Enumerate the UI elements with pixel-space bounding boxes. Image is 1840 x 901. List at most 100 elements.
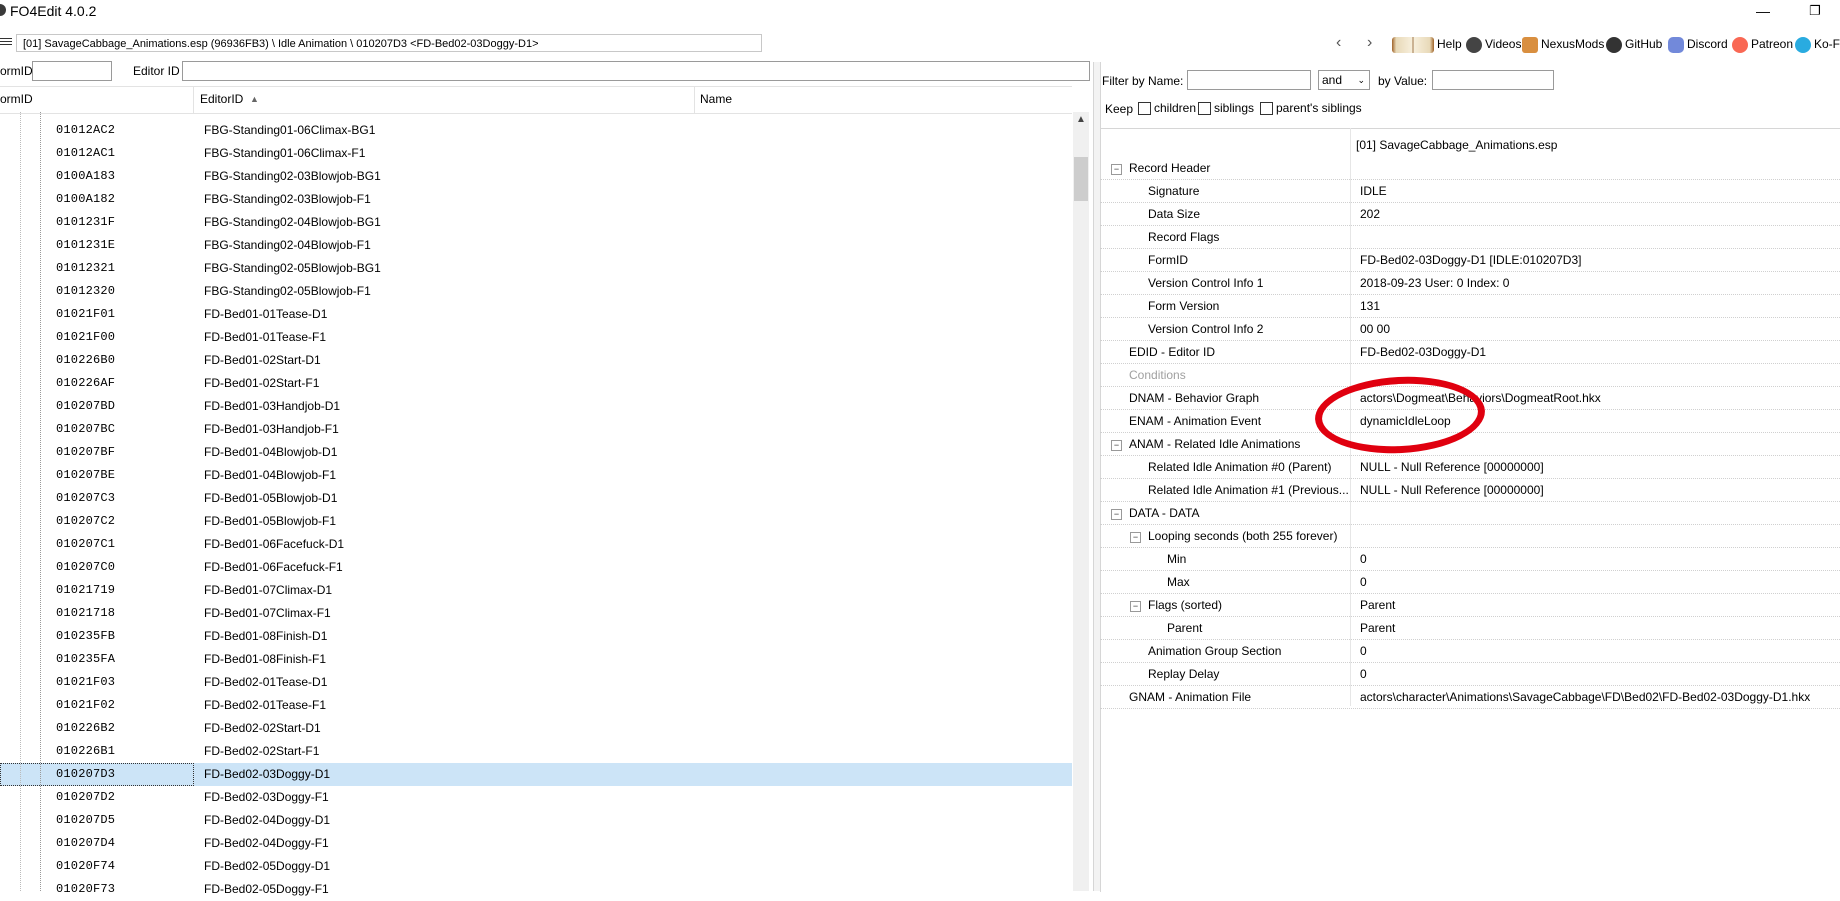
table-row[interactable]: 010207C2 FD-Bed01-05Blowjob-F1 bbox=[0, 510, 1072, 533]
table-row[interactable]: 010207C3 FD-Bed01-05Blowjob-D1 bbox=[0, 487, 1072, 510]
table-row[interactable]: 010207C0 FD-Bed01-06Facefuck-F1 bbox=[0, 556, 1072, 579]
github-button[interactable]: GitHub bbox=[1606, 34, 1662, 54]
table-row[interactable]: 010207D3 FD-Bed02-03Doggy-D1 bbox=[0, 763, 1072, 786]
table-row[interactable]: 010235FB FD-Bed01-08Finish-D1 bbox=[0, 625, 1072, 648]
detail-row[interactable]: − Looping seconds (both 255 forever) bbox=[1100, 525, 1840, 548]
detail-field-value[interactable]: 131 bbox=[1360, 299, 1380, 313]
table-row[interactable]: 01012AC2 FBG-Standing01-06Climax-BG1 bbox=[0, 119, 1072, 142]
filter-name-input[interactable] bbox=[1187, 70, 1311, 90]
table-row[interactable]: 01020F74 FD-Bed02-05Doggy-D1 bbox=[0, 855, 1072, 878]
restore-button[interactable]: ❐ bbox=[1800, 0, 1830, 24]
detail-field-value[interactable]: NULL - Null Reference [00000000] bbox=[1360, 483, 1544, 497]
record-path-field[interactable]: [01] SavageCabbage_Animations.esp (96936… bbox=[16, 34, 762, 52]
table-row[interactable]: 01021F02 FD-Bed02-01Tease-F1 bbox=[0, 694, 1072, 717]
table-row[interactable]: 0100A183 FBG-Standing02-03Blowjob-BG1 bbox=[0, 165, 1072, 188]
forward-button[interactable]: › bbox=[1367, 34, 1372, 52]
collapse-toggle-icon[interactable]: − bbox=[1111, 164, 1122, 175]
detail-field-value[interactable]: IDLE bbox=[1360, 184, 1387, 198]
table-row[interactable]: 01020F73 FD-Bed02-05Doggy-F1 bbox=[0, 878, 1072, 901]
table-row[interactable]: 010235FA FD-Bed01-08Finish-F1 bbox=[0, 648, 1072, 671]
detail-row[interactable]: Related Idle Animation #1 (Previous... NU… bbox=[1100, 479, 1840, 502]
detail-field-value[interactable]: 00 00 bbox=[1360, 322, 1390, 336]
column-separator[interactable] bbox=[193, 87, 194, 113]
detail-field-value[interactable]: 202 bbox=[1360, 207, 1380, 221]
column-header-editorid[interactable]: EditorID bbox=[200, 92, 243, 106]
detail-row[interactable]: − Flags (sorted) Parent bbox=[1100, 594, 1840, 617]
detail-row[interactable]: Record Flags bbox=[1100, 226, 1840, 249]
table-row[interactable]: 010226B1 FD-Bed02-02Start-F1 bbox=[0, 740, 1072, 763]
detail-field-value[interactable]: Parent bbox=[1360, 621, 1395, 635]
detail-row[interactable]: EDID - Editor ID FD-Bed02-03Doggy-D1 bbox=[1100, 341, 1840, 364]
detail-field-value[interactable]: Parent bbox=[1360, 598, 1395, 612]
minimize-button[interactable]: — bbox=[1748, 0, 1778, 24]
detail-row[interactable]: Version Control Info 2 00 00 bbox=[1100, 318, 1840, 341]
table-row[interactable]: 010207BF FD-Bed01-04Blowjob-D1 bbox=[0, 441, 1072, 464]
table-row[interactable]: 010226B0 FD-Bed01-02Start-D1 bbox=[0, 349, 1072, 372]
table-row[interactable]: 010207D5 FD-Bed02-04Doggy-D1 bbox=[0, 809, 1072, 832]
detail-row[interactable]: Signature IDLE bbox=[1100, 180, 1840, 203]
table-row[interactable]: 010207D4 FD-Bed02-04Doggy-F1 bbox=[0, 832, 1072, 855]
detail-field-value[interactable]: FD-Bed02-03Doggy-D1 [IDLE:010207D3] bbox=[1360, 253, 1581, 267]
detail-field-value[interactable]: 0 bbox=[1360, 644, 1367, 658]
detail-row[interactable]: − ANAM - Related Idle Animations bbox=[1100, 433, 1840, 456]
collapse-toggle-icon[interactable]: − bbox=[1130, 601, 1141, 612]
checkbox-box[interactable] bbox=[1198, 102, 1211, 116]
checkbox-box[interactable] bbox=[1260, 102, 1273, 116]
detail-row[interactable]: GNAM - Animation File actors\character\An… bbox=[1100, 686, 1840, 709]
detail-field-value[interactable]: FD-Bed02-03Doggy-D1 bbox=[1360, 345, 1486, 359]
detail-field-value[interactable]: 2018-09-23 User: 0 Index: 0 bbox=[1360, 276, 1509, 290]
table-row[interactable]: 01012AC1 FBG-Standing01-06Climax-F1 bbox=[0, 142, 1072, 165]
column-header-name[interactable]: Name bbox=[700, 92, 732, 106]
collapse-toggle-icon[interactable]: − bbox=[1111, 509, 1122, 520]
detail-row[interactable]: Max 0 bbox=[1100, 571, 1840, 594]
collapse-toggle-icon[interactable]: − bbox=[1111, 440, 1122, 451]
keep-parents-siblings-checkbox[interactable]: parent's siblings bbox=[1260, 101, 1362, 116]
detail-row[interactable]: Replay Delay 0 bbox=[1100, 663, 1840, 686]
detail-row[interactable]: Animation Group Section 0 bbox=[1100, 640, 1840, 663]
table-row[interactable]: 0101231F FBG-Standing02-04Blowjob-BG1 bbox=[0, 211, 1072, 234]
collapse-toggle-icon[interactable]: − bbox=[1130, 532, 1141, 543]
filter-value-input[interactable] bbox=[1432, 70, 1554, 90]
patreon-button[interactable]: Patreon bbox=[1732, 34, 1793, 54]
table-row[interactable]: 010207BC FD-Bed01-03Handjob-F1 bbox=[0, 418, 1072, 441]
editorid-filter-input[interactable] bbox=[182, 61, 1090, 81]
detail-field-value[interactable]: actors\character\Animations\SavageCabbag… bbox=[1360, 690, 1810, 704]
table-row[interactable]: 010207BE FD-Bed01-04Blowjob-F1 bbox=[0, 464, 1072, 487]
detail-row[interactable]: Version Control Info 1 2018-09-23 User: 0… bbox=[1100, 272, 1840, 295]
detail-field-value[interactable]: 0 bbox=[1360, 667, 1367, 681]
keep-children-checkbox[interactable]: children bbox=[1138, 101, 1196, 116]
table-row[interactable]: 01021F00 FD-Bed01-01Tease-F1 bbox=[0, 326, 1072, 349]
table-row[interactable]: 010207C1 FD-Bed01-06Facefuck-D1 bbox=[0, 533, 1072, 556]
detail-row[interactable]: − DATA - DATA bbox=[1100, 502, 1840, 525]
table-row[interactable]: 010226B2 FD-Bed02-02Start-D1 bbox=[0, 717, 1072, 740]
videos-button[interactable]: Videos bbox=[1466, 34, 1521, 54]
table-row[interactable]: 01021719 FD-Bed01-07Climax-D1 bbox=[0, 579, 1072, 602]
table-row[interactable]: 010207BD FD-Bed01-03Handjob-D1 bbox=[0, 395, 1072, 418]
detail-field-value[interactable]: 0 bbox=[1360, 575, 1367, 589]
table-row[interactable]: 01012320 FBG-Standing02-05Blowjob-F1 bbox=[0, 280, 1072, 303]
table-row[interactable]: 01021718 FD-Bed01-07Climax-F1 bbox=[0, 602, 1072, 625]
scroll-up-arrow-icon[interactable]: ▲ bbox=[1073, 112, 1089, 128]
detail-row[interactable]: Conditions bbox=[1100, 364, 1840, 387]
table-row[interactable]: 0101231E FBG-Standing02-04Blowjob-F1 bbox=[0, 234, 1072, 257]
kofi-button[interactable]: Ko-Fi bbox=[1795, 34, 1840, 54]
keep-siblings-checkbox[interactable]: siblings bbox=[1198, 101, 1254, 116]
detail-row[interactable]: Data Size 202 bbox=[1100, 203, 1840, 226]
detail-field-value[interactable]: 0 bbox=[1360, 552, 1367, 566]
table-row[interactable]: 0100A182 FBG-Standing02-03Blowjob-F1 bbox=[0, 188, 1072, 211]
record-list-scrollbar[interactable] bbox=[1073, 112, 1089, 891]
detail-row[interactable]: Min 0 bbox=[1100, 548, 1840, 571]
table-row[interactable]: 01012321 FBG-Standing02-05Blowjob-BG1 bbox=[0, 257, 1072, 280]
help-button[interactable]: Help bbox=[1392, 34, 1462, 54]
detail-row[interactable]: Parent Parent bbox=[1100, 617, 1840, 640]
detail-row[interactable]: FormID FD-Bed02-03Doggy-D1 [IDLE:010207D3… bbox=[1100, 249, 1840, 272]
nexusmods-button[interactable]: NexusMods bbox=[1522, 34, 1604, 54]
detail-row[interactable]: Form Version 131 bbox=[1100, 295, 1840, 318]
table-row[interactable]: 010226AF FD-Bed01-02Start-F1 bbox=[0, 372, 1072, 395]
table-row[interactable]: 010207D2 FD-Bed02-03Doggy-F1 bbox=[0, 786, 1072, 809]
column-header-formid[interactable]: ormID bbox=[0, 92, 33, 106]
filter-operator-select[interactable]: and ⌄ bbox=[1318, 70, 1370, 90]
discord-button[interactable]: Discord bbox=[1668, 34, 1728, 54]
table-row[interactable]: 01021F01 FD-Bed01-01Tease-D1 bbox=[0, 303, 1072, 326]
back-button[interactable]: ‹ bbox=[1336, 34, 1341, 52]
